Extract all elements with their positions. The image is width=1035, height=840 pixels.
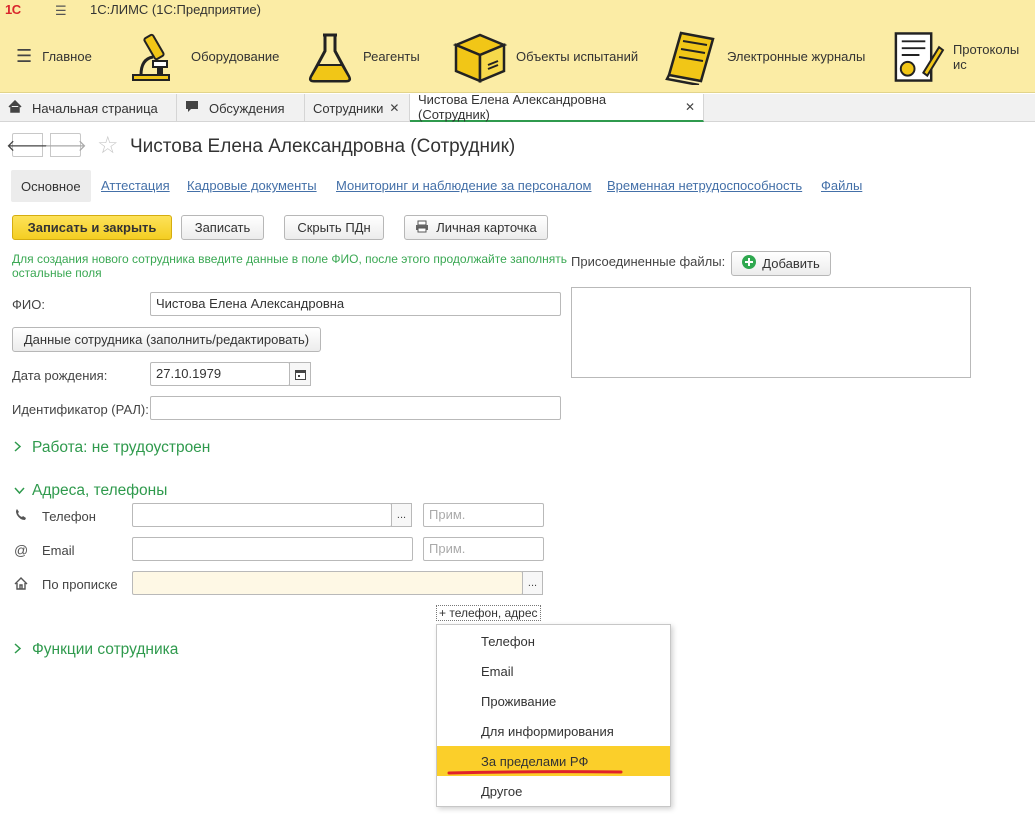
star-icon[interactable]: ☆: [97, 131, 119, 160]
popup-item-phone[interactable]: Телефон: [437, 626, 670, 656]
email-field[interactable]: [132, 537, 413, 561]
attached-files-list[interactable]: [571, 287, 971, 378]
contact-type-popup: Телефон Email Проживание Для информирова…: [436, 624, 671, 807]
tabs-bar: Начальная страница Обсуждения Сотрудники…: [0, 92, 1035, 122]
section-label: Оборудование: [191, 49, 280, 64]
flask-icon: [308, 33, 352, 82]
chevron-down-icon: [14, 482, 25, 500]
birth-date-label: Дата рождения:: [12, 368, 108, 383]
section-label: Главное: [42, 49, 92, 64]
popup-item-residence[interactable]: Проживание: [437, 686, 670, 716]
button-label: Личная карточка: [436, 220, 537, 235]
app-title: 1С:ЛИМС (1С:Предприятие): [90, 2, 261, 17]
registration-address-field[interactable]: [132, 571, 523, 595]
tab-employees[interactable]: Сотрудники ✕: [305, 94, 410, 122]
section-test-objects[interactable]: Объекты испытаний: [452, 20, 638, 93]
tab-label: Чистова Елена Александровна (Сотрудник): [418, 92, 607, 122]
employee-data-button[interactable]: Данные сотрудника (заполнить/редактирова…: [12, 327, 321, 352]
subtab-attestation[interactable]: Аттестация: [101, 178, 170, 193]
ral-id-label: Идентификатор (РАЛ):: [12, 402, 149, 417]
section-label: Протоколы ис: [952, 41, 1020, 72]
home-icon: [8, 99, 22, 116]
add-phone-address-link[interactable]: + телефон, адрес: [436, 605, 541, 621]
birth-date-field[interactable]: 27.10.1979: [150, 362, 290, 386]
plus-icon: [742, 255, 757, 272]
phone-ellipsis-button[interactable]: ...: [391, 503, 412, 527]
hamburger-icon: ☰: [16, 46, 33, 66]
fio-label: ФИО:: [12, 297, 45, 312]
tab-label: Обсуждения: [209, 100, 285, 116]
email-note-field[interactable]: Прим.: [423, 537, 544, 561]
personal-card-button[interactable]: Личная карточка: [404, 215, 548, 240]
section-equipment[interactable]: Оборудование: [127, 20, 279, 93]
printer-icon: [415, 220, 429, 236]
section-label: Объекты испытаний: [516, 49, 639, 64]
subtab-monitoring[interactable]: Мониторинг и наблюдение за персоналом: [336, 178, 592, 193]
section-reagents[interactable]: Реагенты: [305, 20, 420, 93]
title-bar: 1С ☰ 1С:ЛИМС (1С:Предприятие): [0, 0, 1035, 20]
calendar-button[interactable]: [289, 362, 311, 386]
red-underline-annotation: [447, 770, 623, 775]
chevron-right-icon: [14, 641, 24, 659]
group-contacts[interactable]: Адреса, телефоны: [14, 482, 167, 500]
calendar-icon: [294, 369, 306, 380]
add-file-button[interactable]: Добавить: [731, 251, 831, 276]
back-button[interactable]: 🡐: [6, 133, 49, 157]
tab-label: Сотрудники: [313, 100, 384, 116]
subtab-hr-documents[interactable]: Кадровые документы: [187, 178, 317, 193]
group-title: Работа: не трудоустроен: [32, 439, 211, 456]
tab-discussions[interactable]: Обсуждения: [177, 94, 305, 122]
group-title: Функции сотрудника: [32, 641, 179, 658]
group-title: Адреса, телефоны: [32, 482, 168, 499]
protocol-icon: [894, 31, 945, 82]
ral-id-field[interactable]: [150, 396, 561, 420]
popup-item-email[interactable]: Email: [437, 656, 670, 686]
section-protocols[interactable]: Протоколы ис: [890, 20, 1035, 93]
hide-pd-button[interactable]: Скрыть ПДн: [284, 215, 384, 240]
hint-text: Для создания нового сотрудника введите д…: [12, 252, 568, 280]
forward-button[interactable]: 🡒: [44, 133, 87, 157]
group-work[interactable]: Работа: не трудоустроен: [14, 439, 210, 457]
tab-current-employee[interactable]: Чистова Елена Александровна (Сотрудник) …: [410, 92, 704, 122]
at-icon: @: [14, 542, 29, 558]
phone-field[interactable]: [132, 503, 392, 527]
phone-label: Телефон: [42, 509, 96, 524]
popup-item-informing[interactable]: Для информирования: [437, 716, 670, 746]
chat-icon: [185, 100, 199, 116]
section-main[interactable]: ☰ Главное: [16, 20, 92, 93]
save-and-close-button[interactable]: Записать и закрыть: [12, 215, 172, 240]
tab-home[interactable]: Начальная страница: [0, 94, 177, 122]
email-label: Email: [42, 543, 75, 558]
subtab-main[interactable]: Основное: [11, 170, 91, 202]
tab-label: Начальная страница: [32, 100, 158, 116]
page-title: Чистова Елена Александровна (Сотрудник): [130, 136, 516, 157]
phone-icon: [15, 508, 27, 524]
registration-label: По прописке: [42, 577, 118, 592]
journal-icon: [665, 31, 715, 85]
close-icon[interactable]: ✕: [389, 101, 399, 115]
app-logo: 1С: [5, 2, 21, 17]
button-label: Добавить: [762, 256, 820, 271]
main-menu-icon[interactable]: ☰: [55, 3, 67, 19]
attached-files-label: Присоединенные файлы:: [571, 254, 726, 269]
close-icon[interactable]: ✕: [685, 100, 695, 114]
save-button[interactable]: Записать: [181, 215, 264, 240]
registration-ellipsis-button[interactable]: ...: [522, 571, 543, 595]
section-journals[interactable]: Электронные журналы: [663, 20, 865, 93]
section-label: Электронные журналы: [727, 49, 866, 64]
box-icon: [452, 33, 508, 83]
subtab-sick-leave[interactable]: Временная нетрудоспособность: [607, 178, 802, 193]
microscope-icon: [132, 33, 170, 81]
popup-item-other[interactable]: Другое: [437, 776, 670, 806]
group-functions[interactable]: Функции сотрудника: [14, 641, 178, 659]
section-label: Реагенты: [363, 49, 420, 64]
phone-note-field[interactable]: Прим.: [423, 503, 544, 527]
fio-field[interactable]: Чистова Елена Александровна: [150, 292, 561, 316]
house-icon: [14, 577, 28, 593]
subtab-files[interactable]: Файлы: [821, 178, 862, 193]
chevron-right-icon: [14, 439, 24, 457]
sections-panel: ☰ Главное Оборудование Реагенты Объекты …: [0, 20, 1035, 93]
